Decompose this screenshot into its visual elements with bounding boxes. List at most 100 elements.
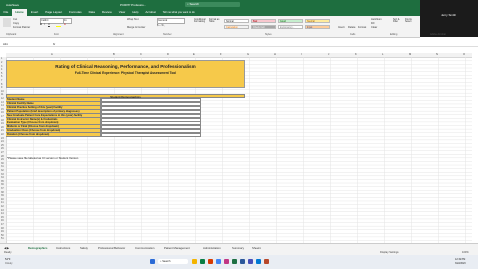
field-value-cell[interactable] xyxy=(101,133,201,138)
row-header-cell[interactable]: 50 xyxy=(1,234,4,237)
powerpoint-icon[interactable] xyxy=(264,259,269,264)
tab-review[interactable]: Review xyxy=(98,9,115,16)
row-header-cell[interactable]: 42 xyxy=(1,205,4,208)
tab-insert[interactable]: Insert xyxy=(27,9,42,16)
delete-cells-button[interactable]: Delete xyxy=(348,26,356,29)
style-good[interactable]: Good xyxy=(278,19,303,23)
teams-icon[interactable] xyxy=(248,259,253,264)
row-header-cell[interactable]: 48 xyxy=(1,227,4,230)
conditional-formatting-button[interactable]: Conditional Formatting xyxy=(194,19,207,23)
row-header-cell[interactable]: 47 xyxy=(1,223,4,226)
row-header-cell[interactable]: 44 xyxy=(1,212,4,215)
row-header-cell[interactable]: 12 xyxy=(1,97,4,100)
row-header-cell[interactable]: 26 xyxy=(1,147,4,150)
sheet-title-block[interactable]: Rating of Clinical Reasoning, Performanc… xyxy=(6,60,245,88)
tab-page-layout[interactable]: Page Layout xyxy=(42,9,66,16)
row-header-cell[interactable]: 13 xyxy=(1,101,4,104)
format-painter-button[interactable]: Format Painter xyxy=(13,26,30,29)
edge-icon[interactable] xyxy=(200,259,205,264)
row-header-cell[interactable]: 34 xyxy=(1,176,4,179)
row-header-cell[interactable]: 27 xyxy=(1,151,4,154)
autosave-label[interactable]: AutoSave xyxy=(6,3,19,7)
sheet-tab[interactable]: Professional Behavior xyxy=(98,246,125,250)
row-header-cell[interactable]: 41 xyxy=(1,201,4,204)
row-header-cell[interactable]: 21 xyxy=(1,129,4,132)
row-header-cell[interactable]: 16 xyxy=(1,111,4,114)
copy-button[interactable]: Copy xyxy=(13,22,19,25)
row-header-cell[interactable]: 22 xyxy=(1,133,4,136)
autosum-button[interactable]: AutoSum xyxy=(371,18,382,21)
row-header-cell[interactable]: 17 xyxy=(1,115,4,118)
font-color-icon[interactable]: A xyxy=(64,23,66,26)
row-header-cell[interactable]: 25 xyxy=(1,144,4,147)
row-header-cell[interactable]: 51 xyxy=(1,237,4,240)
row-header-cell[interactable]: 9 xyxy=(1,86,2,89)
style-calculation[interactable]: Calculation xyxy=(224,25,249,29)
row-header-cell[interactable]: 3 xyxy=(1,65,2,68)
format-cells-button[interactable]: Format xyxy=(358,26,366,29)
wrap-text-button[interactable]: Wrap Text xyxy=(127,18,139,21)
chrome-icon[interactable] xyxy=(216,259,221,264)
style-explanatory[interactable]: Explanatory... xyxy=(278,25,303,29)
zoom-level[interactable]: 100% xyxy=(462,251,469,254)
row-header-cell[interactable]: 49 xyxy=(1,230,4,233)
row-header-cell[interactable]: 30 xyxy=(1,162,4,165)
outlook-icon[interactable] xyxy=(256,259,261,264)
currency-button[interactable]: $ ~ % , xyxy=(157,24,165,27)
bold-button[interactable]: B xyxy=(40,23,42,26)
paste-icon[interactable] xyxy=(3,18,11,27)
app-icon[interactable] xyxy=(224,259,229,264)
find-select-button[interactable]: Find & Select xyxy=(405,19,415,23)
italic-button[interactable]: I xyxy=(44,23,45,26)
number-format-select[interactable]: General xyxy=(157,18,185,24)
row-header-cell[interactable]: 23 xyxy=(1,137,4,140)
style-normal[interactable]: Normal xyxy=(224,19,249,23)
row-header-cell[interactable]: 4 xyxy=(1,68,2,71)
sort-filter-button[interactable]: Sort & Filter xyxy=(393,19,403,23)
row-header-cell[interactable]: 20 xyxy=(1,126,4,129)
row-header-cell[interactable]: 2 xyxy=(1,61,2,64)
highlight-icon[interactable] xyxy=(56,26,61,27)
excel-icon[interactable] xyxy=(232,259,237,264)
style-bad[interactable]: Bad xyxy=(251,19,276,23)
weather-temp[interactable]: 54°F xyxy=(5,258,11,261)
taskbar-search[interactable]: ⌕ Search xyxy=(158,259,188,264)
row-header-cell[interactable]: 39 xyxy=(1,194,4,197)
row-header-cell[interactable]: 1 xyxy=(1,57,2,60)
sheet-tab[interactable]: Sheet1 xyxy=(252,246,261,250)
row-header-cell[interactable]: 29 xyxy=(1,158,4,161)
row-header-cell[interactable]: 5 xyxy=(1,72,2,75)
row-header-cell[interactable]: 40 xyxy=(1,198,4,201)
row-header-cell[interactable]: 45 xyxy=(1,216,4,219)
row-header-cell[interactable]: 15 xyxy=(1,108,4,111)
underline-button[interactable]: U xyxy=(48,23,50,26)
row-header-cell[interactable]: 38 xyxy=(1,191,4,194)
start-icon[interactable] xyxy=(150,259,155,264)
word-icon[interactable] xyxy=(240,259,245,264)
tab-file[interactable]: File xyxy=(0,9,12,16)
sheet-tab[interactable]: Administration xyxy=(203,246,221,250)
style-input[interactable]: Input xyxy=(305,25,330,29)
row-header-cell[interactable]: 24 xyxy=(1,140,4,143)
tab-home[interactable]: Home xyxy=(11,9,28,16)
tab-data[interactable]: Data xyxy=(85,9,98,16)
name-box[interactable]: A11 xyxy=(0,42,25,46)
sheet-tab[interactable]: Instructions xyxy=(56,246,70,250)
sheet-tab[interactable]: Patient Management xyxy=(164,246,190,250)
tab-formulas[interactable]: Formulas xyxy=(66,9,86,16)
tab-view[interactable]: View xyxy=(115,9,128,16)
sheet-tab[interactable]: Communication xyxy=(135,246,154,250)
row-header-cell[interactable]: 46 xyxy=(1,219,4,222)
fill-button[interactable]: Fill xyxy=(371,22,374,25)
sheet-tab[interactable]: Safety xyxy=(80,246,88,250)
row-header-cell[interactable]: 10 xyxy=(1,90,4,93)
row-header-cell[interactable]: 36 xyxy=(1,183,4,186)
style-check-cell[interactable]: Check Cell xyxy=(251,25,276,29)
row-header-cell[interactable]: 28 xyxy=(1,155,4,158)
row-header-cell[interactable]: 8 xyxy=(1,83,2,86)
row-header-cell[interactable]: 31 xyxy=(1,165,4,168)
format-as-table-button[interactable]: Format as Table xyxy=(209,19,222,23)
merge-center-button[interactable]: Merge & Center xyxy=(127,26,145,29)
search-box[interactable]: ⌕ Search xyxy=(185,2,240,7)
row-header-cell[interactable]: 11 xyxy=(1,93,3,96)
